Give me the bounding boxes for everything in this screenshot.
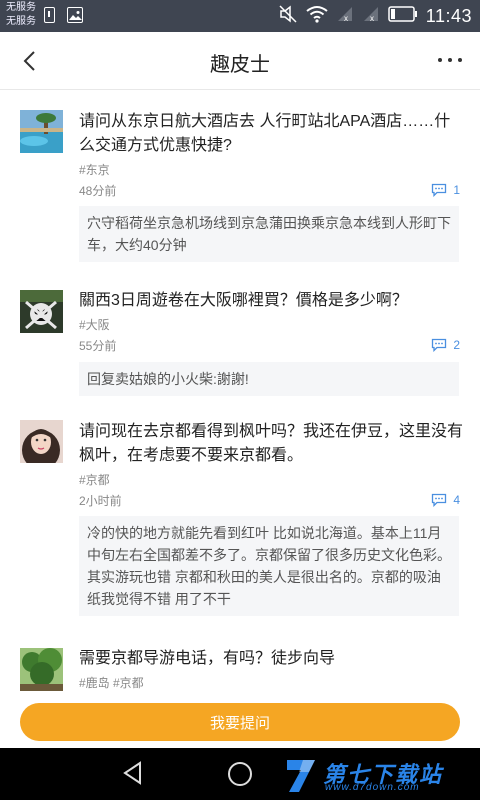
- user-avatar[interactable]: [20, 110, 63, 153]
- question-time: 55分前: [79, 339, 117, 353]
- status-icons: x x 11:43: [278, 4, 472, 28]
- clock: 11:43: [425, 5, 472, 26]
- watermark-logo-icon: [287, 760, 315, 792]
- more-dot-icon: [458, 58, 462, 62]
- circle-home-icon: [228, 762, 252, 786]
- latest-reply[interactable]: 穴守稻荷坐京急机场线到京急蒲田换乘京急本线到人形町下车，大约40分钟: [79, 206, 459, 262]
- user-avatar[interactable]: [20, 420, 63, 463]
- comment-icon: [432, 183, 447, 197]
- question-item[interactable]: 请问现在去京都看得到枫叶吗？我还在伊豆，这里没有枫叶，在考虑要不要来京都看。 #…: [0, 400, 480, 640]
- comment-count-value: 1: [453, 183, 460, 197]
- nav-home-button[interactable]: [226, 760, 254, 793]
- question-title[interactable]: 请问现在去京都看得到枫叶吗？我还在伊豆，这里没有枫叶，在考虑要不要来京都看。: [79, 420, 464, 468]
- question-title[interactable]: 需要京都导游电话，有吗？徒步向导: [79, 647, 464, 671]
- carrier-line-2: 无服务: [6, 16, 36, 27]
- svg-text:x: x: [344, 14, 348, 23]
- comment-icon: [432, 338, 447, 352]
- question-item[interactable]: 请问从东京日航大酒店去 人行町站北APA酒店……什么交通方式优惠快捷? #东京 …: [0, 90, 480, 270]
- comment-icon: [432, 493, 447, 507]
- more-options-button[interactable]: [438, 50, 462, 70]
- question-time: 2小时前: [79, 494, 122, 508]
- signal-2-icon: x: [362, 5, 380, 28]
- nav-back-button[interactable]: [120, 760, 146, 791]
- page-title: 趣皮士: [210, 54, 270, 76]
- question-tags[interactable]: #京都: [79, 471, 110, 488]
- image-notification-icon: [67, 7, 83, 23]
- status-bar: 无服务 无服务 x x 11:43: [0, 0, 480, 32]
- question-title[interactable]: 请问从东京日航大酒店去 人行町站北APA酒店……什么交通方式优惠快捷?: [79, 110, 464, 158]
- user-avatar[interactable]: [20, 290, 63, 333]
- question-tags[interactable]: #大阪: [79, 316, 110, 333]
- carrier-line-1: 无服务: [6, 2, 36, 13]
- app-header: 趣皮士: [0, 32, 480, 90]
- watermark-logo: 第七下载站 www.d7down.com: [281, 756, 476, 798]
- question-item[interactable]: 需要京都导游电话，有吗？徒步向导 #鹿岛 #京都: [0, 640, 480, 702]
- user-avatar[interactable]: [20, 648, 63, 691]
- battery-icon: [388, 5, 418, 27]
- more-dot-icon: [448, 58, 452, 62]
- question-title[interactable]: 關西3日周遊卷在大阪哪裡買？價格是多少啊？: [79, 289, 464, 313]
- question-tags[interactable]: #鹿岛 #京都: [79, 674, 144, 691]
- latest-reply[interactable]: 冷的快的地方就能先看到红叶 比如说北海道。基本上11月中旬左右全国都差不多了。京…: [79, 516, 459, 616]
- ask-question-button[interactable]: 我要提问: [20, 703, 460, 741]
- wifi-icon: [306, 5, 328, 28]
- watermark-url: www.d7down.com: [325, 782, 420, 793]
- more-dot-icon: [438, 58, 442, 62]
- sim-card-icon: [44, 7, 55, 23]
- triangle-back-icon: [123, 761, 141, 785]
- system-nav-bar: 第七下载站 www.d7down.com: [0, 748, 480, 800]
- comment-count-value: 4: [453, 493, 460, 507]
- comment-count-value: 2: [453, 338, 460, 352]
- comment-count[interactable]: 1: [431, 183, 460, 197]
- svg-text:x: x: [370, 14, 374, 23]
- mute-icon: [278, 4, 298, 29]
- carrier-status: 无服务 无服务: [6, 1, 36, 29]
- signal-1-icon: x: [336, 5, 354, 28]
- question-feed[interactable]: 请问从东京日航大酒店去 人行町站北APA酒店……什么交通方式优惠快捷? #东京 …: [0, 90, 480, 702]
- latest-reply[interactable]: 回复卖姑娘的小火柴:謝謝!: [79, 362, 459, 396]
- comment-count[interactable]: 4: [431, 493, 460, 507]
- comment-count[interactable]: 2: [431, 338, 460, 352]
- question-item[interactable]: 關西3日周遊卷在大阪哪裡買？價格是多少啊？ #大阪 55分前 2 回复卖姑娘的小…: [0, 270, 480, 400]
- question-tags[interactable]: #东京: [79, 161, 110, 178]
- question-time: 48分前: [79, 184, 117, 198]
